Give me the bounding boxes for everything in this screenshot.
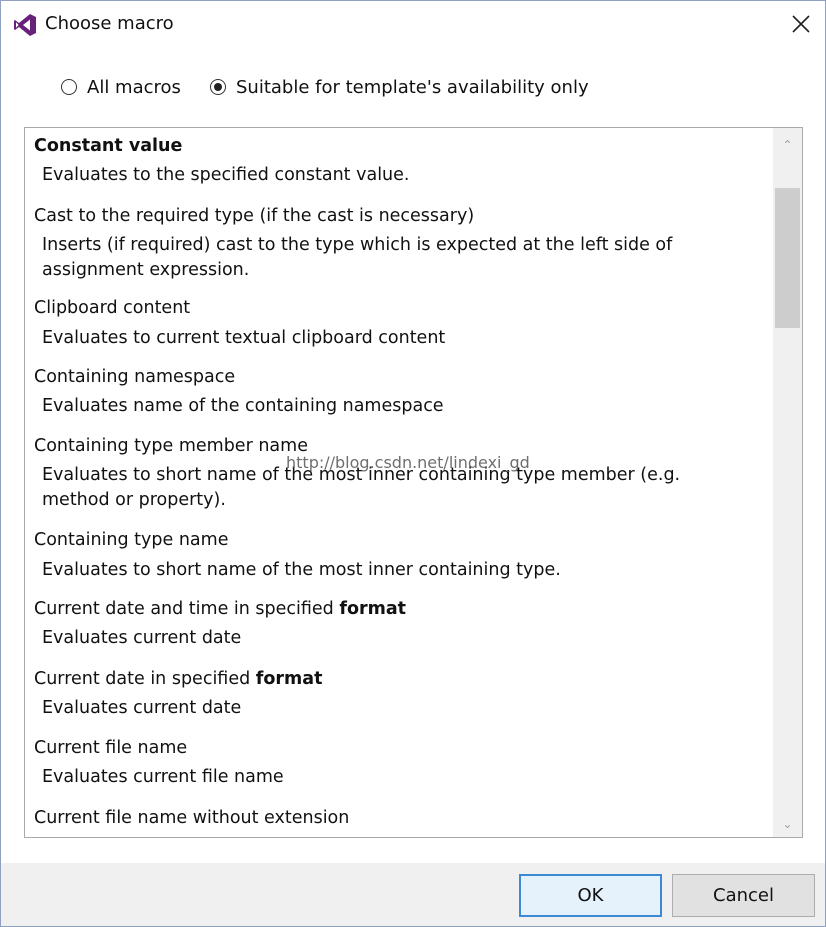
watermark-text: http://blog.csdn.net/lindexi_gd bbox=[286, 453, 530, 472]
scroll-thumb[interactable] bbox=[775, 188, 800, 328]
choose-macro-dialog: Choose macro All macros Suitable for tem… bbox=[0, 0, 826, 927]
macro-name: Containing type member name bbox=[34, 436, 308, 456]
macro-name-part: Cast to the required type (if the cast i… bbox=[34, 206, 475, 226]
macro-name-part: Current date in specified bbox=[34, 669, 256, 689]
macro-description: Evaluates to current textual clipboard c… bbox=[42, 328, 446, 348]
macro-name: Current date in specified format bbox=[34, 669, 322, 689]
macro-name-part: Containing type name bbox=[34, 530, 229, 550]
macro-description: Evaluates current date bbox=[42, 698, 242, 718]
radio-label: Suitable for template's availability onl… bbox=[236, 76, 589, 98]
macro-description: Evaluates name of the containing namespa… bbox=[42, 396, 444, 416]
radio-button[interactable] bbox=[210, 79, 226, 95]
macro-name: Current date and time in specified forma… bbox=[34, 599, 406, 619]
macro-name-bold-part: format bbox=[255, 669, 323, 689]
vertical-scrollbar[interactable]: ⌃ ⌄ bbox=[773, 128, 802, 837]
macro-description: Evaluates current file name bbox=[42, 767, 284, 787]
macro-name: Clipboard content bbox=[34, 298, 190, 318]
macro-name: Cast to the required type (if the cast i… bbox=[34, 206, 474, 226]
macro-name-part: Containing type member name bbox=[34, 436, 308, 456]
radio-suitable-only[interactable]: Suitable for template's availability onl… bbox=[210, 73, 589, 101]
cancel-button[interactable]: Cancel bbox=[672, 874, 815, 917]
macro-name: Current file name without extension bbox=[34, 808, 349, 828]
macro-name-part: Containing namespace bbox=[34, 367, 236, 387]
macro-name: Containing type name bbox=[34, 530, 228, 550]
title-bar: Choose macro bbox=[1, 1, 825, 49]
macro-description: Inserts (if required) cast to the type w… bbox=[42, 235, 673, 280]
visual-studio-icon bbox=[14, 14, 36, 36]
ok-button[interactable]: OK bbox=[519, 874, 662, 917]
scroll-down-arrow-icon[interactable]: ⌄ bbox=[773, 811, 802, 837]
macro-name-part: Clipboard content bbox=[34, 298, 191, 318]
macro-name-part: Current date and time in specified bbox=[34, 599, 340, 619]
macro-description: Evaluates to the specified constant valu… bbox=[42, 165, 410, 185]
scroll-up-arrow-icon[interactable]: ⌃ bbox=[773, 132, 802, 158]
macro-description: Evaluates current date bbox=[42, 628, 242, 648]
macro-name-part: Current file name without extension bbox=[34, 808, 350, 828]
macro-name: Constant value bbox=[34, 136, 182, 156]
macro-name: Current file name bbox=[34, 738, 187, 758]
dialog-title: Choose macro bbox=[45, 13, 174, 34]
macro-name: Containing namespace bbox=[34, 367, 235, 387]
radio-all-macros[interactable]: All macros bbox=[61, 73, 181, 101]
radio-button[interactable] bbox=[61, 79, 77, 95]
macro-name-bold-part: Constant value bbox=[34, 136, 183, 156]
macro-name-part: Current file name bbox=[34, 738, 188, 758]
radio-label: All macros bbox=[87, 76, 181, 98]
macro-description: Evaluates to short name of the most inne… bbox=[42, 560, 561, 580]
button-bar: OK Cancel bbox=[1, 863, 825, 926]
macro-list[interactable]: Constant value Evaluates to the specified… bbox=[24, 127, 803, 838]
close-icon[interactable] bbox=[789, 11, 813, 37]
macro-name-bold-part: format bbox=[339, 599, 407, 619]
